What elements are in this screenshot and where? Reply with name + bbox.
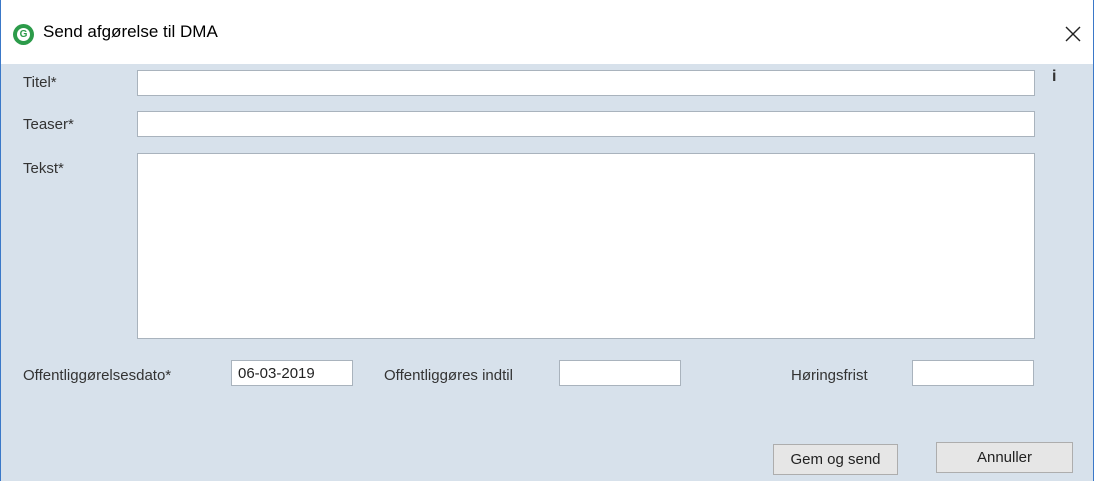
- dialog-window: G Send afgørelse til DMA Titel* i Teaser…: [0, 0, 1094, 481]
- cancel-button[interactable]: Annuller: [936, 442, 1073, 473]
- offentliggoerelsesdato-input[interactable]: [231, 360, 353, 386]
- titel-input[interactable]: [137, 70, 1035, 96]
- teaser-input[interactable]: [137, 111, 1035, 137]
- dialog-content: Titel* i Teaser* Tekst* Offentliggørelse…: [1, 64, 1093, 481]
- dialog-title: Send afgørelse til DMA: [43, 22, 218, 41]
- close-icon: [1065, 26, 1081, 42]
- title-bar[interactable]: G Send afgørelse til DMA: [1, 0, 1093, 64]
- hoeringsfrist-input[interactable]: [912, 360, 1034, 386]
- app-logo-letter: G: [19, 29, 28, 40]
- titel-label: Titel*: [23, 74, 57, 91]
- offentliggoeres-indtil-label: Offentliggøres indtil: [384, 367, 513, 384]
- tekst-label: Tekst*: [23, 160, 64, 177]
- offentliggoeres-indtil-input[interactable]: [559, 360, 681, 386]
- teaser-label: Teaser*: [23, 116, 74, 133]
- hoeringsfrist-label: Høringsfrist: [791, 367, 868, 384]
- offentliggoerelsesdato-label: Offentliggørelsesdato*: [23, 367, 172, 384]
- info-icon[interactable]: i: [1052, 68, 1056, 86]
- app-logo-icon: G: [13, 24, 34, 45]
- save-send-button[interactable]: Gem og send: [773, 444, 898, 475]
- close-button[interactable]: [1055, 16, 1091, 52]
- tekst-textarea[interactable]: [137, 153, 1035, 339]
